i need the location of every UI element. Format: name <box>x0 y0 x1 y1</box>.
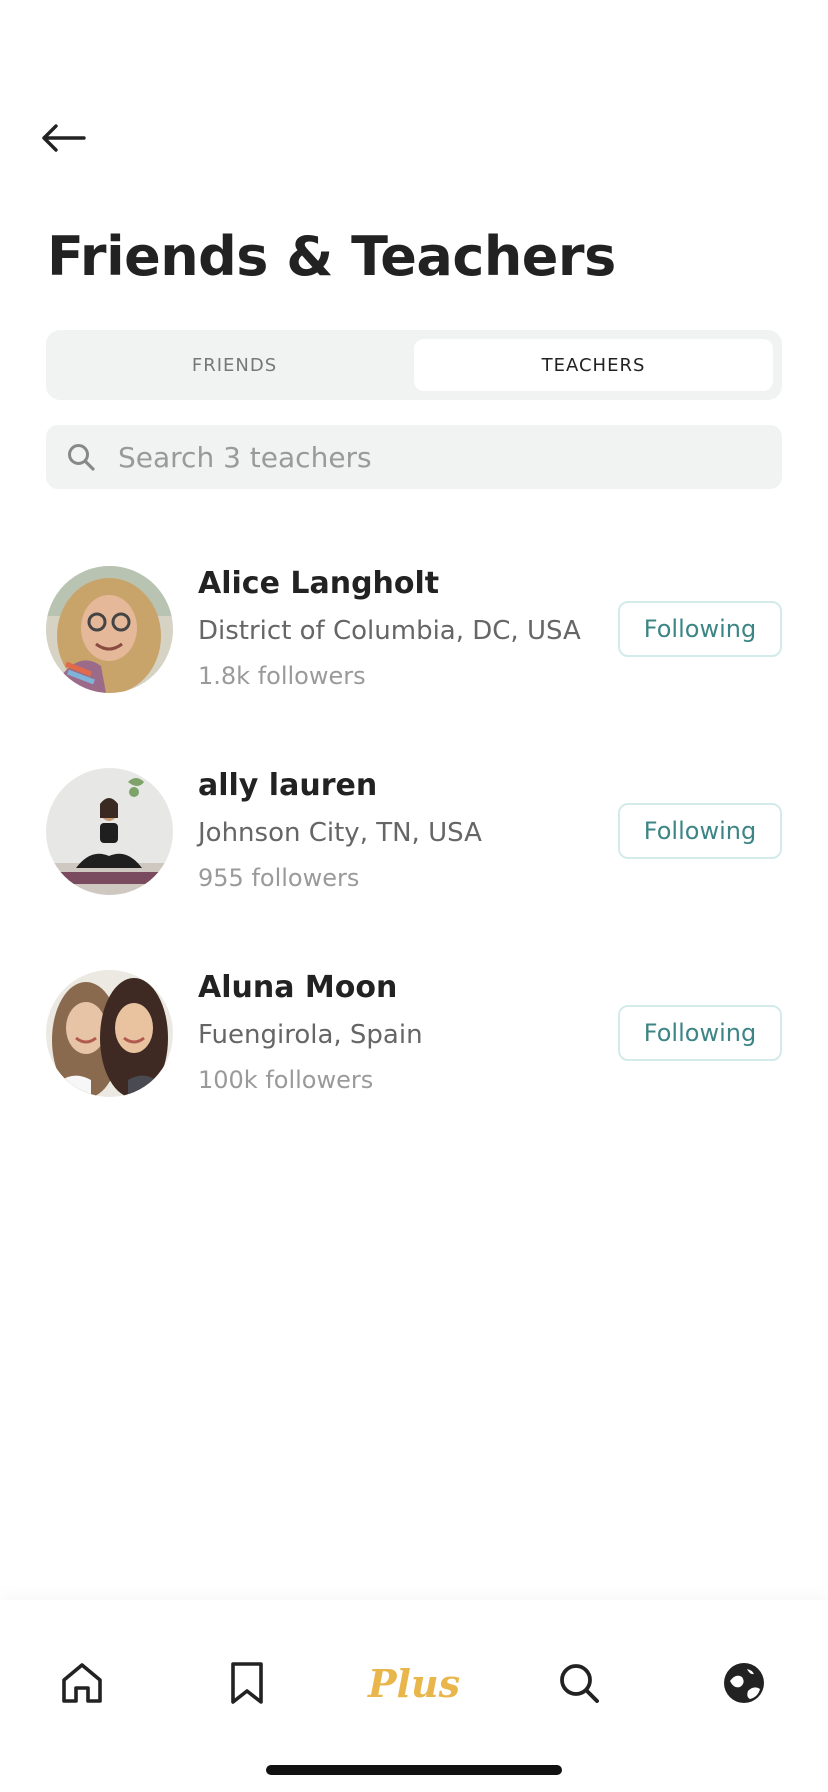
avatar <box>46 970 173 1097</box>
avatar <box>46 566 173 693</box>
teacher-row[interactable]: ally lauren Johnson City, TN, USA 955 fo… <box>46 768 782 970</box>
following-button[interactable]: Following <box>618 1005 782 1061</box>
teacher-list: Alice Langholt District of Columbia, DC,… <box>46 566 782 1172</box>
teacher-followers: 1.8k followers <box>198 662 366 690</box>
search-icon <box>560 1664 599 1703</box>
teacher-followers: 955 followers <box>198 864 360 892</box>
teacher-info: Aluna Moon Fuengirola, Spain 100k follow… <box>198 970 423 1096</box>
search-bar[interactable] <box>46 425 782 489</box>
following-button[interactable]: Following <box>618 601 782 657</box>
teacher-name: Alice Langholt <box>198 566 440 601</box>
teacher-info: Alice Langholt District of Columbia, DC,… <box>198 566 581 692</box>
back-button[interactable] <box>40 116 96 160</box>
tab-home[interactable] <box>37 1638 127 1728</box>
tab-search[interactable] <box>534 1638 624 1728</box>
teacher-name: ally lauren <box>198 768 378 803</box>
segmented-control: FRIENDS TEACHERS <box>46 330 782 400</box>
search-icon <box>66 442 98 472</box>
bottom-tab-bar: Plus <box>0 1600 828 1792</box>
teacher-location: Fuengirola, Spain <box>198 1020 423 1050</box>
plus-logo: Plus <box>367 1660 461 1706</box>
avatar <box>46 768 173 895</box>
bookmark-icon <box>231 1662 263 1704</box>
teacher-row[interactable]: Aluna Moon Fuengirola, Spain 100k follow… <box>46 970 782 1172</box>
tab-community[interactable] <box>699 1638 789 1728</box>
teacher-row[interactable]: Alice Langholt District of Columbia, DC,… <box>46 566 782 768</box>
page-title: Friends & Teachers <box>47 225 616 288</box>
teacher-followers: 100k followers <box>198 1066 374 1094</box>
teacher-info: ally lauren Johnson City, TN, USA 955 fo… <box>198 768 482 894</box>
home-indicator <box>266 1765 562 1775</box>
search-input[interactable] <box>118 427 718 487</box>
teacher-location: Johnson City, TN, USA <box>198 818 482 848</box>
globe-icon <box>724 1663 764 1703</box>
tab-plus[interactable]: Plus <box>367 1638 461 1728</box>
teacher-location: District of Columbia, DC, USA <box>198 616 581 646</box>
following-button[interactable]: Following <box>618 803 782 859</box>
arrow-left-icon <box>42 124 86 152</box>
teacher-name: Aluna Moon <box>198 970 398 1005</box>
tab-friends[interactable]: FRIENDS <box>55 339 414 391</box>
tab-teachers[interactable]: TEACHERS <box>414 339 773 391</box>
tab-saved[interactable] <box>202 1638 292 1728</box>
home-icon <box>62 1663 102 1703</box>
